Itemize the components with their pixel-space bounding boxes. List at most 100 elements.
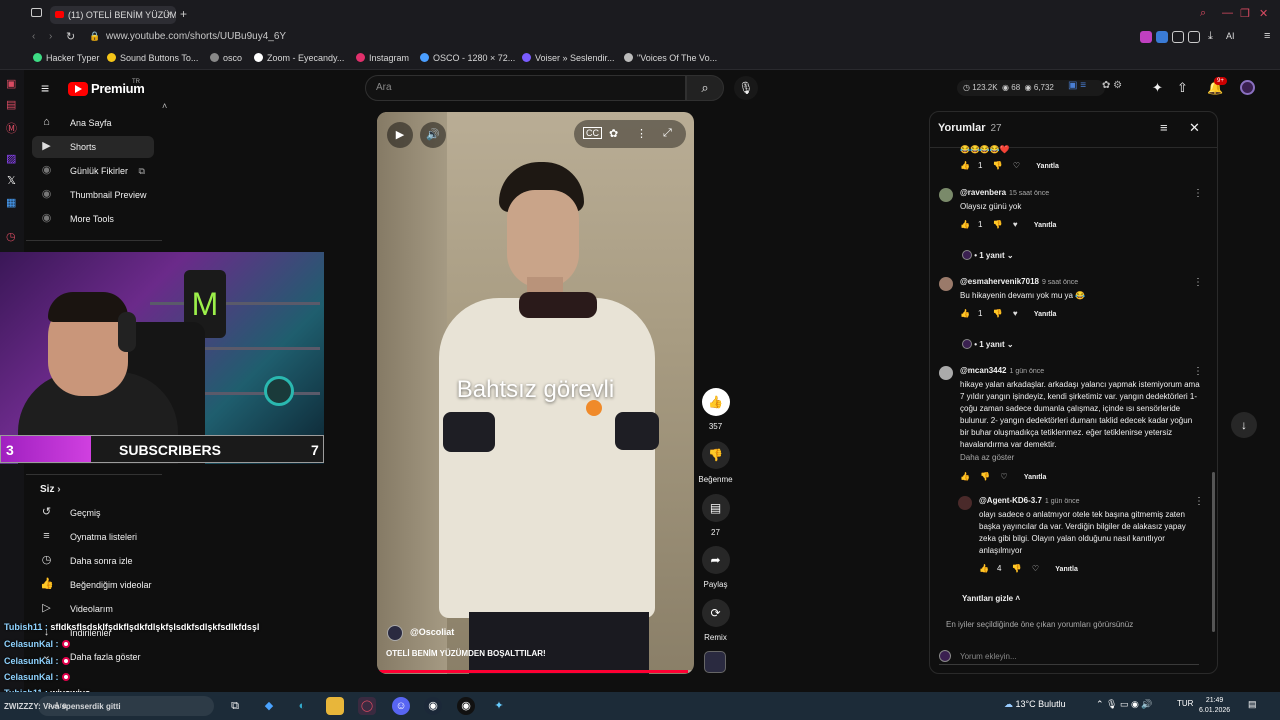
- avatar[interactable]: [939, 366, 953, 380]
- bookmark-sound-buttons[interactable]: Sound Buttons To...: [107, 53, 198, 63]
- sidebar-collapse-icon[interactable]: ˄: [162, 101, 167, 111]
- extension-1-icon[interactable]: [1140, 31, 1152, 43]
- sidebar-item-thumbnail-preview[interactable]: ◉ Thumbnail Preview: [32, 184, 154, 206]
- tab-close-icon[interactable]: ×: [166, 9, 172, 20]
- view-replies-button[interactable]: • 1 yanıt ⌄: [962, 339, 1014, 349]
- volume-button[interactable]: 🔊: [420, 122, 446, 148]
- sort-icon[interactable]: ≡: [1160, 120, 1168, 135]
- edge-icon[interactable]: ◐: [293, 697, 311, 715]
- back-icon[interactable]: ‹: [32, 31, 35, 42]
- close-icon[interactable]: ✕: [1189, 120, 1200, 136]
- view-replies-button[interactable]: • 1 yanıt ⌄: [962, 250, 1014, 260]
- sidebar-item-watch-later[interactable]: ◷ Daha sonra izle: [32, 550, 154, 572]
- video-title[interactable]: OTELİ BENİM YÜZÜMDEN BOŞALTTILAR!: [386, 649, 546, 658]
- shorts-video-player[interactable]: ▶ 🔊 CC ✿ ⋮ ⤢ Bahtsız görevli @Oscoliat O…: [377, 112, 694, 674]
- comment-author[interactable]: @Agent-KD6-3.7 1 gün önce: [979, 496, 1080, 505]
- youtube-logo-icon[interactable]: [68, 82, 88, 96]
- reply-button[interactable]: Yanıtla: [1034, 311, 1057, 318]
- tab-switcher-icon[interactable]: [31, 8, 42, 17]
- hide-replies-button[interactable]: Yanıtları gizle ˄: [962, 594, 1020, 603]
- extension-tools-icon[interactable]: ✿ ⚙: [1102, 80, 1122, 91]
- comments-scrollbar[interactable]: [1212, 472, 1215, 632]
- heart-icon[interactable]: ♡: [1000, 472, 1007, 481]
- sidebar-item-home[interactable]: ⌂ Ana Sayfa: [32, 112, 154, 134]
- twitch-icon[interactable]: ▨: [6, 152, 16, 165]
- heart-icon[interactable]: ♡: [1013, 161, 1020, 170]
- sidebar-item-more-tools[interactable]: ◉ More Tools: [32, 208, 154, 230]
- url-field[interactable]: www.youtube.com/shorts/UUBu9uy4_6Y: [106, 31, 286, 42]
- chat-icon[interactable]: ▤: [6, 98, 16, 111]
- new-tab-button[interactable]: +: [180, 7, 187, 21]
- extension-2-icon[interactable]: [1156, 31, 1168, 43]
- reply-button[interactable]: Yanıtla: [1034, 222, 1057, 229]
- captions-icon[interactable]: CC: [583, 127, 602, 139]
- tray-icons[interactable]: ⌃ 🎙 ▭ ◉ 🔊: [1096, 699, 1153, 710]
- you-section-header[interactable]: Siz ›: [40, 484, 61, 495]
- app-icon[interactable]: ✦: [490, 697, 508, 715]
- extension-3-icon[interactable]: [1172, 31, 1184, 43]
- m-icon[interactable]: Ⓜ: [6, 120, 17, 136]
- sound-avatar[interactable]: [704, 651, 726, 673]
- dislike-button[interactable]: 👎 Beğenme: [698, 441, 733, 484]
- bookmark-osco-1280[interactable]: OSCO - 1280 × 72...: [420, 53, 515, 63]
- fullscreen-icon[interactable]: ⤢: [663, 127, 672, 140]
- comment-author[interactable]: @ravenbera 15 saat önce: [960, 188, 1049, 197]
- extension-vidiq-icon[interactable]: ▣ ≡: [1068, 80, 1086, 91]
- discord-icon[interactable]: ☺: [392, 697, 410, 715]
- voice-search-button[interactable]: 🎙: [734, 76, 758, 100]
- extension-4-icon[interactable]: [1188, 31, 1200, 43]
- opera-icon[interactable]: ◯: [358, 697, 376, 715]
- sidebar-item-history[interactable]: ↺ Geçmiş: [32, 502, 154, 524]
- like-button[interactable]: 👍 357: [700, 388, 731, 431]
- dislike-icon[interactable]: 👎: [993, 161, 1003, 170]
- sidebar-item-shorts[interactable]: ▶ Shorts: [32, 136, 154, 158]
- search-button[interactable]: ⌕: [686, 75, 724, 101]
- sidebar-item-daily-ideas[interactable]: ◉ Günlük Fikirler ⧉: [32, 160, 154, 182]
- avatar[interactable]: [939, 277, 953, 291]
- taskbar-clock[interactable]: 21:49 6.01.2026: [1199, 696, 1230, 716]
- reply-button[interactable]: Yanıtla: [1024, 474, 1047, 481]
- video-progress-bar[interactable]: [377, 670, 694, 673]
- heart-icon[interactable]: ♡: [1032, 564, 1039, 573]
- dislike-icon[interactable]: 👎: [980, 472, 990, 481]
- language-indicator[interactable]: TUR: [1177, 699, 1193, 708]
- x-icon[interactable]: 𝕏: [7, 174, 16, 187]
- play-button[interactable]: ▶: [387, 122, 413, 148]
- sidebar-item-liked-videos[interactable]: 👍 Beğendiğim videolar: [32, 574, 154, 596]
- more-vert-icon[interactable]: ⋮: [1194, 496, 1204, 507]
- next-video-button[interactable]: ↓: [1231, 412, 1257, 438]
- hamburger-menu-icon[interactable]: ≡: [41, 80, 49, 96]
- clock-icon[interactable]: ◷: [6, 230, 16, 243]
- steam-icon[interactable]: ◉: [424, 697, 442, 715]
- studio-icon[interactable]: ✦: [1152, 80, 1163, 96]
- like-icon[interactable]: 👍: [960, 309, 970, 318]
- search-tabs-icon[interactable]: ⌕: [1200, 7, 1206, 20]
- reply-button[interactable]: Yanıtla: [1036, 163, 1059, 170]
- dislike-icon[interactable]: 👎: [993, 220, 1003, 229]
- sidebar-item-playlists[interactable]: ≡ Oynatma listeleri: [32, 526, 154, 548]
- search-input[interactable]: Ara: [365, 75, 686, 101]
- bookmark-hacker-typer[interactable]: Hacker Typer: [33, 53, 99, 63]
- tab-active[interactable]: (11) OTELİ BENİM YÜZÜMD ×: [50, 6, 176, 24]
- more-vert-icon[interactable]: ⋮: [1193, 277, 1203, 288]
- more-vert-icon[interactable]: ⋮: [1193, 188, 1203, 199]
- comment-author[interactable]: @mcan3442 1 gün önce: [960, 366, 1044, 375]
- share-button[interactable]: ➦ Paylaş: [700, 546, 731, 589]
- more-vert-icon[interactable]: ⋮: [1193, 366, 1203, 377]
- weather-widget[interactable]: ☁ 13°C Bulutlu: [1004, 699, 1066, 710]
- comment-author[interactable]: @esmahervenik7018 9 saat önce: [960, 277, 1078, 286]
- task-view-icon[interactable]: ⧉: [226, 697, 244, 715]
- bookmark-voices[interactable]: "Voices Of The Vo...: [624, 53, 717, 63]
- comments-button[interactable]: ▤ 27: [700, 494, 731, 537]
- like-icon[interactable]: 👍: [960, 472, 970, 481]
- bag-icon[interactable]: ▣: [6, 77, 16, 90]
- forward-icon[interactable]: ›: [49, 31, 52, 42]
- obs-icon[interactable]: ◉: [457, 697, 475, 715]
- file-explorer-icon[interactable]: [326, 697, 344, 715]
- like-icon[interactable]: 👍: [979, 564, 989, 573]
- show-less-link[interactable]: Daha az göster: [960, 453, 1014, 462]
- channel-name[interactable]: @Oscoliat: [410, 627, 454, 637]
- bookmark-osco[interactable]: osco: [210, 53, 242, 63]
- dislike-icon[interactable]: 👎: [993, 309, 1003, 318]
- add-comment-input[interactable]: Yorum ekleyin...: [939, 650, 1199, 665]
